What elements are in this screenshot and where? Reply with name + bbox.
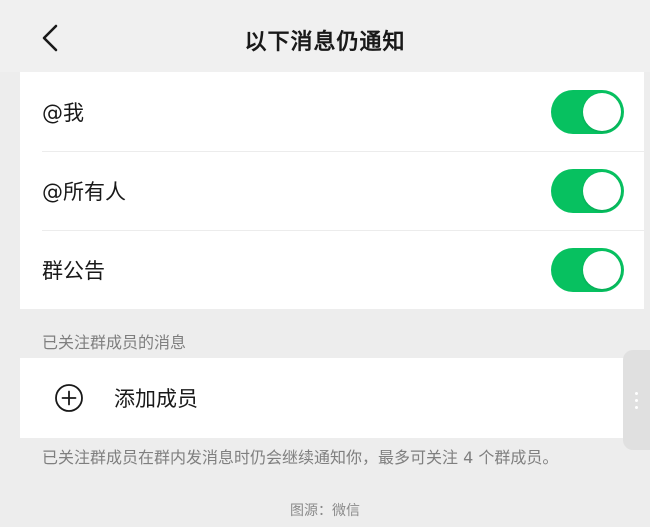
floating-side-handle[interactable]	[623, 350, 650, 450]
toggle-label-mention-all: @所有人	[42, 179, 126, 204]
toggle-label-mention-me: @我	[42, 100, 84, 125]
add-member-card: 添加成员	[20, 358, 644, 438]
group-notice-switch[interactable]	[551, 247, 624, 292]
toggle-row-mention-all: @所有人	[20, 151, 644, 230]
mention-all-switch[interactable]	[551, 168, 624, 213]
nav-bar: 以下消息仍通知	[0, 0, 650, 72]
add-member-button[interactable]: 添加成员	[20, 358, 644, 438]
handle-dot	[635, 405, 638, 409]
toggle-row-group-notice: 群公告	[20, 230, 644, 309]
handle-dot	[635, 398, 638, 402]
add-member-label: 添加成员	[114, 387, 198, 411]
mention-me-switch[interactable]	[551, 89, 624, 134]
toggle-label-group-notice: 群公告	[42, 258, 105, 283]
page-title: 以下消息仍通知	[244, 30, 406, 55]
switch-knob	[583, 250, 621, 289]
handle-dot	[635, 391, 638, 395]
plus-circle-icon	[55, 384, 83, 412]
followed-members-caption: 已关注群成员的消息	[42, 333, 187, 352]
switch-knob	[583, 92, 621, 131]
followed-members-footnote: 已关注群成员在群内发消息时仍会继续通知你，最多可关注 4 个群成员。	[42, 448, 559, 467]
screen: 以下消息仍通知 @我 @所有人 群公告 已关注群成员的消息 添加成员 已关注群成…	[0, 0, 650, 527]
toggle-row-mention-me: @我	[20, 72, 644, 151]
image-source-caption: 图源：微信	[290, 503, 360, 519]
notification-toggles-card: @我 @所有人 群公告	[20, 72, 644, 309]
switch-knob	[583, 171, 621, 210]
